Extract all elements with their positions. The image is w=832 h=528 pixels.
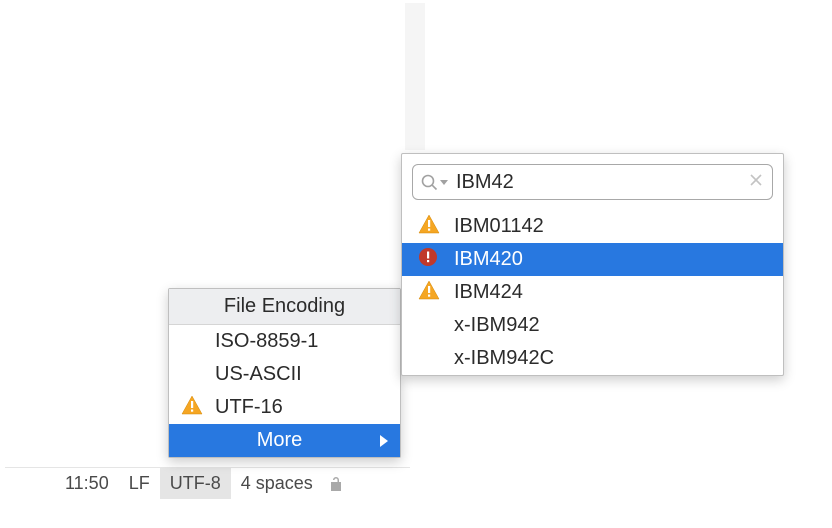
encoding-result-x-ibm942[interactable]: x-IBM942 (402, 309, 783, 342)
status-time[interactable]: 11:50 (5, 468, 119, 499)
clear-icon[interactable] (748, 172, 764, 193)
status-bar: 11:50 LF UTF-8 4 spaces (5, 467, 410, 499)
search-dropdown-icon (440, 180, 448, 185)
warning-icon (418, 214, 440, 240)
encoding-popup-title: File Encoding (169, 289, 400, 325)
encoding-item-label: More (257, 429, 303, 452)
search-input[interactable] (448, 171, 748, 194)
encoding-result-label: x-IBM942 (454, 314, 540, 337)
encoding-item-label: ISO-8859-1 (215, 330, 318, 353)
status-lock[interactable] (323, 468, 349, 499)
status-indent[interactable]: 4 spaces (231, 468, 323, 499)
file-encoding-popup: File Encoding ISO-8859-1 US-ASCII UTF-16… (168, 288, 401, 458)
encoding-result-label: IBM420 (454, 248, 523, 271)
submenu-arrow-icon (380, 435, 388, 447)
encoding-result-ibm01142[interactable]: IBM01142 (402, 210, 783, 243)
encoding-result-x-ibm942c[interactable]: x-IBM942C (402, 342, 783, 375)
encoding-item-utf-16[interactable]: UTF-16 (169, 391, 400, 424)
encoding-result-label: IBM424 (454, 281, 523, 304)
search-box[interactable] (412, 164, 773, 200)
warning-icon (181, 395, 203, 421)
search-row (402, 154, 783, 210)
encoding-result-ibm424[interactable]: IBM424 (402, 276, 783, 309)
encoding-item-iso-8859-1[interactable]: ISO-8859-1 (169, 325, 400, 358)
encoding-result-ibm420[interactable]: IBM420 (402, 243, 783, 276)
status-line-ending[interactable]: LF (119, 468, 160, 499)
unlock-icon (329, 476, 343, 492)
encoding-more-popup: IBM01142 IBM420 IBM424 x-IBM942 x-IBM942… (401, 153, 784, 376)
error-icon (418, 247, 438, 273)
encoding-item-us-ascii[interactable]: US-ASCII (169, 358, 400, 391)
warning-icon (418, 280, 440, 306)
encoding-item-label: UTF-16 (215, 396, 283, 419)
status-encoding[interactable]: UTF-8 (160, 468, 231, 499)
encoding-item-more[interactable]: More (169, 424, 400, 457)
encoding-item-label: US-ASCII (215, 363, 302, 386)
encoding-result-label: x-IBM942C (454, 347, 554, 370)
search-icon[interactable] (421, 174, 448, 191)
encoding-result-label: IBM01142 (454, 215, 544, 238)
scrollbar-track[interactable] (405, 3, 425, 150)
